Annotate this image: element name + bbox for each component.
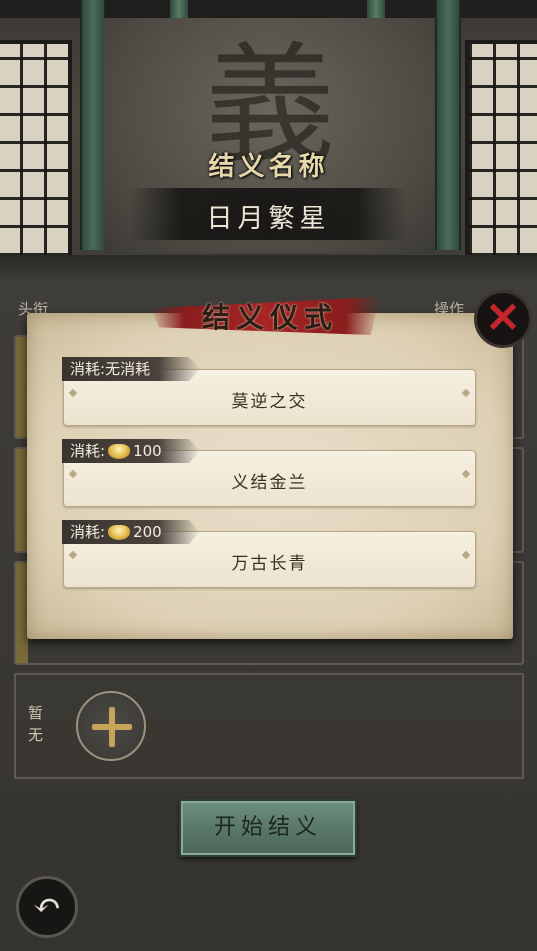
option-label: 莫逆之交 bbox=[231, 392, 308, 412]
hall-background: 義 bbox=[0, 0, 537, 290]
start-ceremony-button[interactable]: 开始结义 bbox=[179, 799, 357, 857]
cost-tag: 消耗:无消耗 bbox=[62, 357, 200, 381]
option-label: 万古长青 bbox=[231, 554, 308, 574]
cost-amount: 100 bbox=[133, 442, 162, 460]
cost-prefix: 消耗: bbox=[70, 360, 106, 378]
cost-tag: 消耗: 100 bbox=[62, 439, 200, 463]
add-member-button[interactable] bbox=[76, 691, 146, 761]
cost-text: 无消耗 bbox=[105, 360, 151, 378]
close-x-icon[interactable]: ✕ bbox=[474, 290, 532, 348]
section-label: 结义名称 bbox=[208, 152, 329, 182]
empty-label: 暂无 bbox=[28, 704, 44, 744]
dialog-title: 结义仪式 bbox=[201, 301, 338, 334]
cost-amount: 200 bbox=[133, 523, 162, 541]
gold-ingot-icon bbox=[108, 525, 131, 540]
brotherhood-name[interactable]: 日月繁星 bbox=[0, 198, 537, 235]
plus-icon-bar bbox=[92, 724, 132, 730]
cost-prefix: 消耗: bbox=[70, 523, 106, 541]
back-arrow-icon[interactable]: ↶ bbox=[16, 876, 78, 938]
option-label: 义结金兰 bbox=[231, 473, 308, 493]
cost-prefix: 消耗: bbox=[70, 442, 106, 460]
gold-ingot-icon bbox=[108, 444, 131, 459]
cost-tag: 消耗: 200 bbox=[62, 520, 200, 544]
game-screen: 義 结义名称 日月繁星 头衔 操作 暂无 开始结义 ↶ 结义仪式 ✕ 莫逆之交 … bbox=[0, 0, 537, 951]
